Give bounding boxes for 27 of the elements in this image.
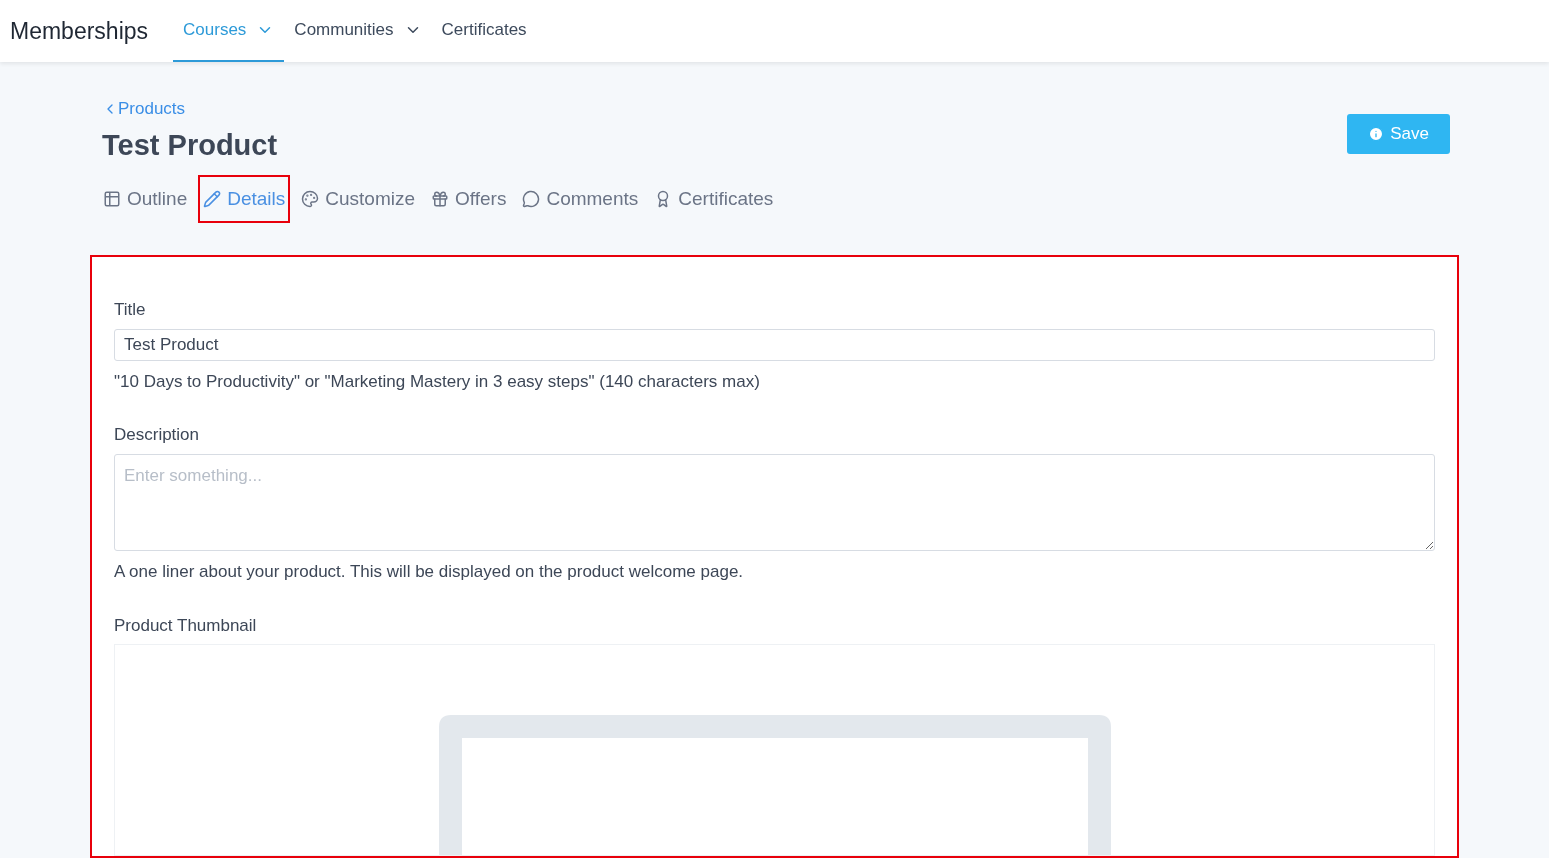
field-label: Description: [114, 424, 201, 447]
field-label: Product Thumbnail: [114, 614, 258, 637]
title-input[interactable]: Test Product: [114, 328, 1435, 361]
nav-item[interactable]: Certificates: [431, 0, 537, 62]
nav-item[interactable]: Courses: [173, 0, 285, 62]
tab[interactable]: Comments: [517, 175, 644, 223]
tab[interactable]: Customize: [296, 175, 421, 223]
tab[interactable]: Certificates: [649, 175, 779, 223]
help-text: A one liner about your product. This will be displayed on the product welcome page.: [114, 561, 745, 583]
page-title: Test Product: [102, 127, 278, 163]
save-button[interactable]: Save: [1347, 114, 1450, 154]
back-link[interactable]: Products: [102, 96, 278, 122]
help-text: "10 Days to Productivity" or "Marketing Mastery in 3 easy steps" (140 characters max): [114, 370, 761, 393]
thumbnail-dropzone[interactable]: [114, 644, 1435, 856]
tab[interactable]: Outline: [98, 175, 193, 223]
pencil-icon: [203, 190, 222, 208]
tab[interactable]: Details: [198, 175, 291, 223]
comment-icon: [522, 190, 541, 208]
palette-icon: [301, 190, 320, 208]
gift-icon: [431, 190, 450, 208]
table-icon: [103, 190, 121, 208]
info-icon: [1368, 126, 1385, 142]
field-label: Title: [114, 299, 147, 321]
brand-name: Memberships: [10, 16, 149, 46]
tab[interactable]: Offers: [426, 175, 512, 223]
description-textarea[interactable]: Enter something...: [114, 453, 1435, 551]
nav-item[interactable]: Communities: [284, 0, 432, 62]
